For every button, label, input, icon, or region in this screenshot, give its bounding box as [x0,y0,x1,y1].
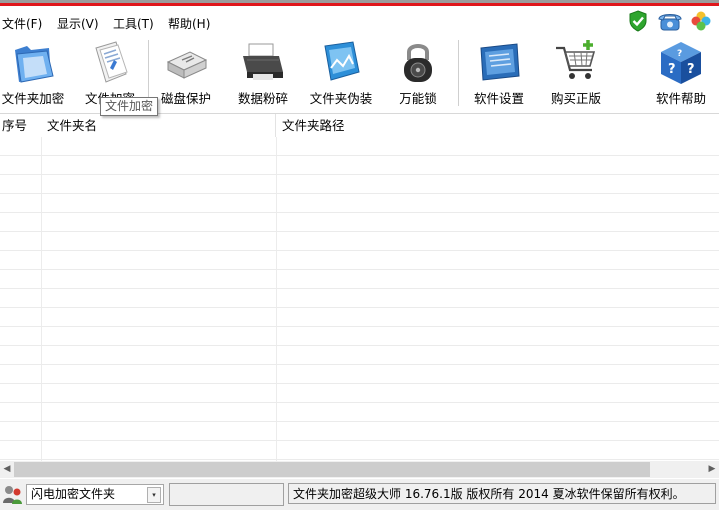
status-panel-middle [169,483,284,506]
data-shred-label: 数据粉碎 [237,91,288,106]
tooltip: 文件加密 [100,97,159,116]
table-row[interactable] [0,327,719,346]
table-row[interactable] [0,156,719,175]
menu-bar: 文件(F) 显示(V) 工具(T) 帮助(H) [0,8,719,34]
menu-view[interactable]: 显示(V) [57,15,99,32]
table-row[interactable] [0,403,719,422]
menu-help[interactable]: 帮助(H) [168,15,210,32]
buy-license-label: 购买正版 [550,91,601,106]
software-settings-button[interactable]: 软件设置 [466,34,532,112]
folder-encrypt-icon [9,38,57,86]
svg-text:?: ? [668,62,676,77]
folder-encrypt-label: 文件夹加密 [1,91,65,106]
data-shred-button[interactable]: 数据粉碎 [232,34,294,112]
chevron-down-icon[interactable]: ▾ [147,487,161,503]
disk-protect-icon [162,38,210,86]
accent-bar [0,3,719,6]
software-settings-label: 软件设置 [473,91,524,106]
clover-icon[interactable] [690,10,712,35]
toolbar-separator [458,40,460,106]
table-row[interactable] [0,270,719,289]
table-row[interactable] [0,365,719,384]
menu-file[interactable]: 文件(F) [2,15,42,32]
software-help-button[interactable]: ? ? ? 软件帮助 [648,34,714,112]
scroll-thumb[interactable] [14,462,650,477]
settings-icon [475,38,523,86]
buy-license-button[interactable]: 购买正版 [544,34,608,112]
svg-text:?: ? [677,49,682,59]
disk-protect-label: 磁盘保护 [160,91,211,106]
universal-lock-label: 万能锁 [399,91,437,106]
phone-icon[interactable] [657,10,683,35]
cart-icon [552,38,600,86]
folder-disguise-button[interactable]: 文件夹伪装 [306,34,376,112]
table-row[interactable] [0,137,719,156]
table-row[interactable] [0,251,719,270]
software-help-label: 软件帮助 [655,91,706,106]
scroll-right-icon[interactable]: ▶ [705,462,719,477]
column-header-index[interactable]: 序号 [0,114,43,137]
table-row[interactable] [0,289,719,308]
table-row[interactable] [0,422,719,441]
folder-encrypt-button[interactable]: 文件夹加密 [0,34,66,112]
menu-tools[interactable]: 工具(T) [113,15,154,32]
shredder-icon [239,38,287,86]
encrypt-mode-select[interactable]: 闪电加密文件夹 ▾ [26,484,164,505]
svg-text:?: ? [687,62,695,77]
table-row[interactable] [0,213,719,232]
column-header-folder-name[interactable]: 文件夹名 [42,114,276,137]
folder-disguise-icon [317,38,365,86]
table-row[interactable] [0,175,719,194]
disk-protect-button[interactable]: 磁盘保护 [154,34,218,112]
column-header-folder-path[interactable]: 文件夹路径 [276,114,719,137]
status-bar: 闪电加密文件夹 ▾ 文件夹加密超级大师 16.76.1版 版权所有 2014 夏… [0,479,719,510]
help-cube-icon: ? ? ? [657,38,705,86]
table-row[interactable] [0,441,719,460]
universal-lock-button[interactable]: 万能锁 [390,34,446,112]
table-row[interactable] [0,194,719,213]
copyright-text: 文件夹加密超级大师 16.76.1版 版权所有 2014 夏冰软件保留所有权利。 [288,483,716,504]
table-row[interactable] [0,384,719,403]
folder-disguise-label: 文件夹伪装 [309,91,373,106]
shield-check-icon[interactable] [627,10,649,35]
table-row[interactable] [0,232,719,251]
table-row[interactable] [0,346,719,365]
file-encrypt-icon [86,38,134,86]
table-row[interactable] [0,308,719,327]
padlock-icon [394,38,442,86]
users-icon [2,485,24,508]
scroll-left-icon[interactable]: ◀ [0,462,14,477]
encrypt-mode-value: 闪电加密文件夹 [31,487,116,501]
horizontal-scrollbar[interactable]: ◀ ▶ [0,461,719,478]
folder-list-table[interactable]: 序号 文件夹名 文件夹路径 [0,113,719,462]
